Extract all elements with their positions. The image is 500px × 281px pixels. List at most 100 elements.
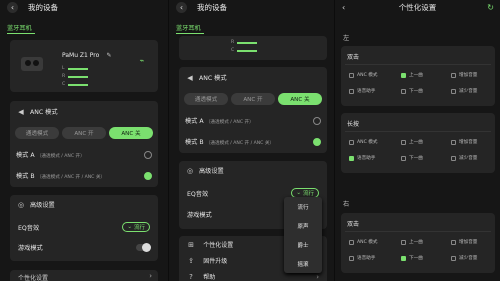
checkbox[interactable] — [401, 88, 406, 94]
checkbox[interactable] — [349, 155, 354, 161]
speaker-icon: ◀ — [18, 107, 24, 116]
mode-b-radio[interactable] — [144, 171, 152, 180]
device-screen-left: ‹ 我的设备 蓝牙耳机 PaMu Z1 Pro ✎ ⌁ L R C ◀ ANC … — [0, 0, 168, 281]
personalize-label: 个性化设置 — [18, 275, 49, 281]
mode-a-radio[interactable] — [313, 116, 321, 125]
option-vol-down[interactable]: 减少音量 — [451, 155, 477, 161]
advanced-title: 高级设置 — [199, 168, 224, 175]
help-icon: ? — [189, 273, 193, 281]
chevron-down-icon: ⌄ — [127, 224, 132, 230]
checkbox[interactable] — [451, 139, 456, 145]
anc-segmented-control: 通透模式 ANC 开 ANC 关 — [184, 93, 322, 105]
back-button[interactable]: ‹ — [176, 1, 187, 13]
checkbox[interactable] — [349, 255, 354, 261]
game-mode-toggle[interactable] — [136, 243, 151, 252]
option-assistant[interactable]: 语音助手 — [349, 155, 375, 161]
checkbox[interactable] — [401, 139, 406, 145]
list-item-help[interactable]: ? 帮助 › — [179, 272, 327, 281]
tab-bluetooth-earphones[interactable]: 蓝牙耳机 — [7, 23, 32, 32]
mode-b-row[interactable]: 模式 B （通透模式 / ANC 开 / ANC 关） — [179, 137, 327, 146]
tab-underline — [7, 33, 35, 34]
mode-a-radio[interactable] — [144, 150, 152, 159]
right-double-tap-card: 双击 ANC 模式 上一曲 增加音量 语音助手 下一曲 减少音量 — [341, 213, 495, 273]
page-title: 个性化设置 — [398, 2, 437, 12]
option-vol-up[interactable]: 增加音量 — [451, 239, 477, 245]
right-earbud-label: 右 — [343, 201, 350, 208]
eq-option-rock[interactable]: 摇滚 — [284, 254, 322, 273]
option-vol-up[interactable]: 增加音量 — [451, 139, 477, 145]
option-next[interactable]: 下一曲 — [401, 88, 423, 94]
eq-option-pop[interactable]: 流行 — [284, 197, 322, 216]
checkbox[interactable] — [349, 72, 354, 78]
anc-card: ◀ ANC 模式 通透模式 ANC 开 ANC 关 模式 A （通透模式 / A… — [10, 101, 158, 187]
eq-row[interactable]: EQ音效 ⌄ 流行 — [10, 222, 158, 232]
tab-bluetooth-earphones[interactable]: 蓝牙耳机 — [176, 23, 201, 32]
battery-case: C — [62, 82, 89, 87]
back-button[interactable]: ‹ — [7, 1, 18, 13]
anc-segment-transparent[interactable]: 通透模式 — [184, 93, 228, 105]
option-next[interactable]: 下一曲 — [401, 255, 423, 261]
anc-segment-on[interactable]: ANC 开 — [62, 127, 106, 139]
anc-segmented-control: 通透模式 ANC 开 ANC 关 — [15, 127, 153, 139]
checkbox[interactable] — [349, 88, 354, 94]
reset-icon[interactable]: ↻ — [487, 3, 494, 12]
advanced-title: 高级设置 — [30, 202, 55, 209]
option-assistant[interactable]: 语音助手 — [349, 88, 375, 94]
personalize-screen: ‹ 个性化设置 ↻ 左 双击 ANC 模式 上一曲 增加音量 语音助手 下一曲 … — [334, 0, 500, 281]
option-anc[interactable]: ANC 模式 — [349, 72, 377, 78]
mode-a-row[interactable]: 模式 A （通透模式 / ANC 开） — [10, 150, 158, 159]
mode-a-row[interactable]: 模式 A （通透模式 / ANC 开） — [179, 116, 327, 125]
top-bar: ‹ 我的设备 — [169, 0, 334, 14]
checkbox[interactable] — [451, 155, 456, 161]
option-vol-down[interactable]: 减少音量 — [451, 88, 477, 94]
eq-option-jazz[interactable]: 爵士 — [284, 235, 322, 254]
checkbox[interactable] — [451, 88, 456, 94]
page-title: 我的设备 — [197, 2, 227, 12]
upload-icon: ⇪ — [188, 257, 194, 265]
checkbox[interactable] — [349, 239, 354, 245]
option-prev[interactable]: 上一曲 — [401, 72, 423, 78]
device-card[interactable]: PaMu Z1 Pro ✎ ⌁ L R C — [10, 40, 158, 92]
link-icon[interactable]: ⌁ — [138, 56, 146, 65]
checkbox[interactable] — [401, 72, 406, 78]
page-title: 我的设备 — [28, 2, 58, 12]
option-vol-up[interactable]: 增加音量 — [451, 72, 477, 78]
left-double-tap-card: 双击 ANC 模式 上一曲 增加音量 语音助手 下一曲 减少音量 — [341, 46, 495, 106]
anc-segment-off[interactable]: ANC 关 — [109, 127, 153, 139]
option-prev[interactable]: 上一曲 — [401, 139, 423, 145]
checkbox[interactable] — [401, 239, 406, 245]
settings-icon: ◎ — [186, 166, 194, 175]
anc-segment-transparent[interactable]: 通透模式 — [15, 127, 59, 139]
checkbox[interactable] — [451, 255, 456, 261]
speaker-icon: ◀ — [187, 73, 193, 82]
checkbox[interactable] — [451, 239, 456, 245]
anc-segment-off[interactable]: ANC 关 — [278, 93, 322, 105]
personalize-row[interactable]: 个性化设置 › — [10, 270, 158, 281]
checkbox[interactable] — [349, 139, 354, 145]
left-long-press-card: 长按 ANC 模式 上一曲 增加音量 语音助手 下一曲 减少音量 — [341, 113, 495, 173]
battery-right: R — [62, 74, 89, 79]
edit-icon[interactable]: ✎ — [105, 51, 113, 59]
option-anc[interactable]: ANC 模式 — [349, 239, 377, 245]
eq-dropdown[interactable]: ⌄ 流行 — [122, 222, 150, 232]
option-prev[interactable]: 上一曲 — [401, 239, 423, 245]
mode-b-row[interactable]: 模式 B （通透模式 / ANC 开 / ANC 关） — [10, 171, 158, 180]
top-bar: ‹ 个性化设置 ↻ — [335, 0, 500, 14]
section-title: 双击 — [347, 54, 360, 61]
battery-right: R — [231, 40, 258, 45]
eq-option-original[interactable]: 原声 — [284, 216, 322, 235]
advanced-card: ◎ 高级设置 EQ音效 ⌄ 流行 游戏模式 — [10, 195, 158, 261]
top-bar: ‹ 我的设备 — [0, 0, 168, 14]
option-anc[interactable]: ANC 模式 — [349, 139, 377, 145]
option-next[interactable]: 下一曲 — [401, 155, 423, 161]
checkbox[interactable] — [401, 255, 406, 261]
option-assistant[interactable]: 语音助手 — [349, 255, 375, 261]
option-vol-down[interactable]: 减少音量 — [451, 255, 477, 261]
mode-b-radio[interactable] — [313, 137, 321, 146]
anc-segment-on[interactable]: ANC 开 — [231, 93, 275, 105]
chevron-down-icon: ⌄ — [296, 190, 301, 196]
settings-icon: ◎ — [17, 200, 25, 209]
checkbox[interactable] — [451, 72, 456, 78]
device-card[interactable]: R C — [179, 36, 327, 60]
checkbox[interactable] — [401, 155, 406, 161]
